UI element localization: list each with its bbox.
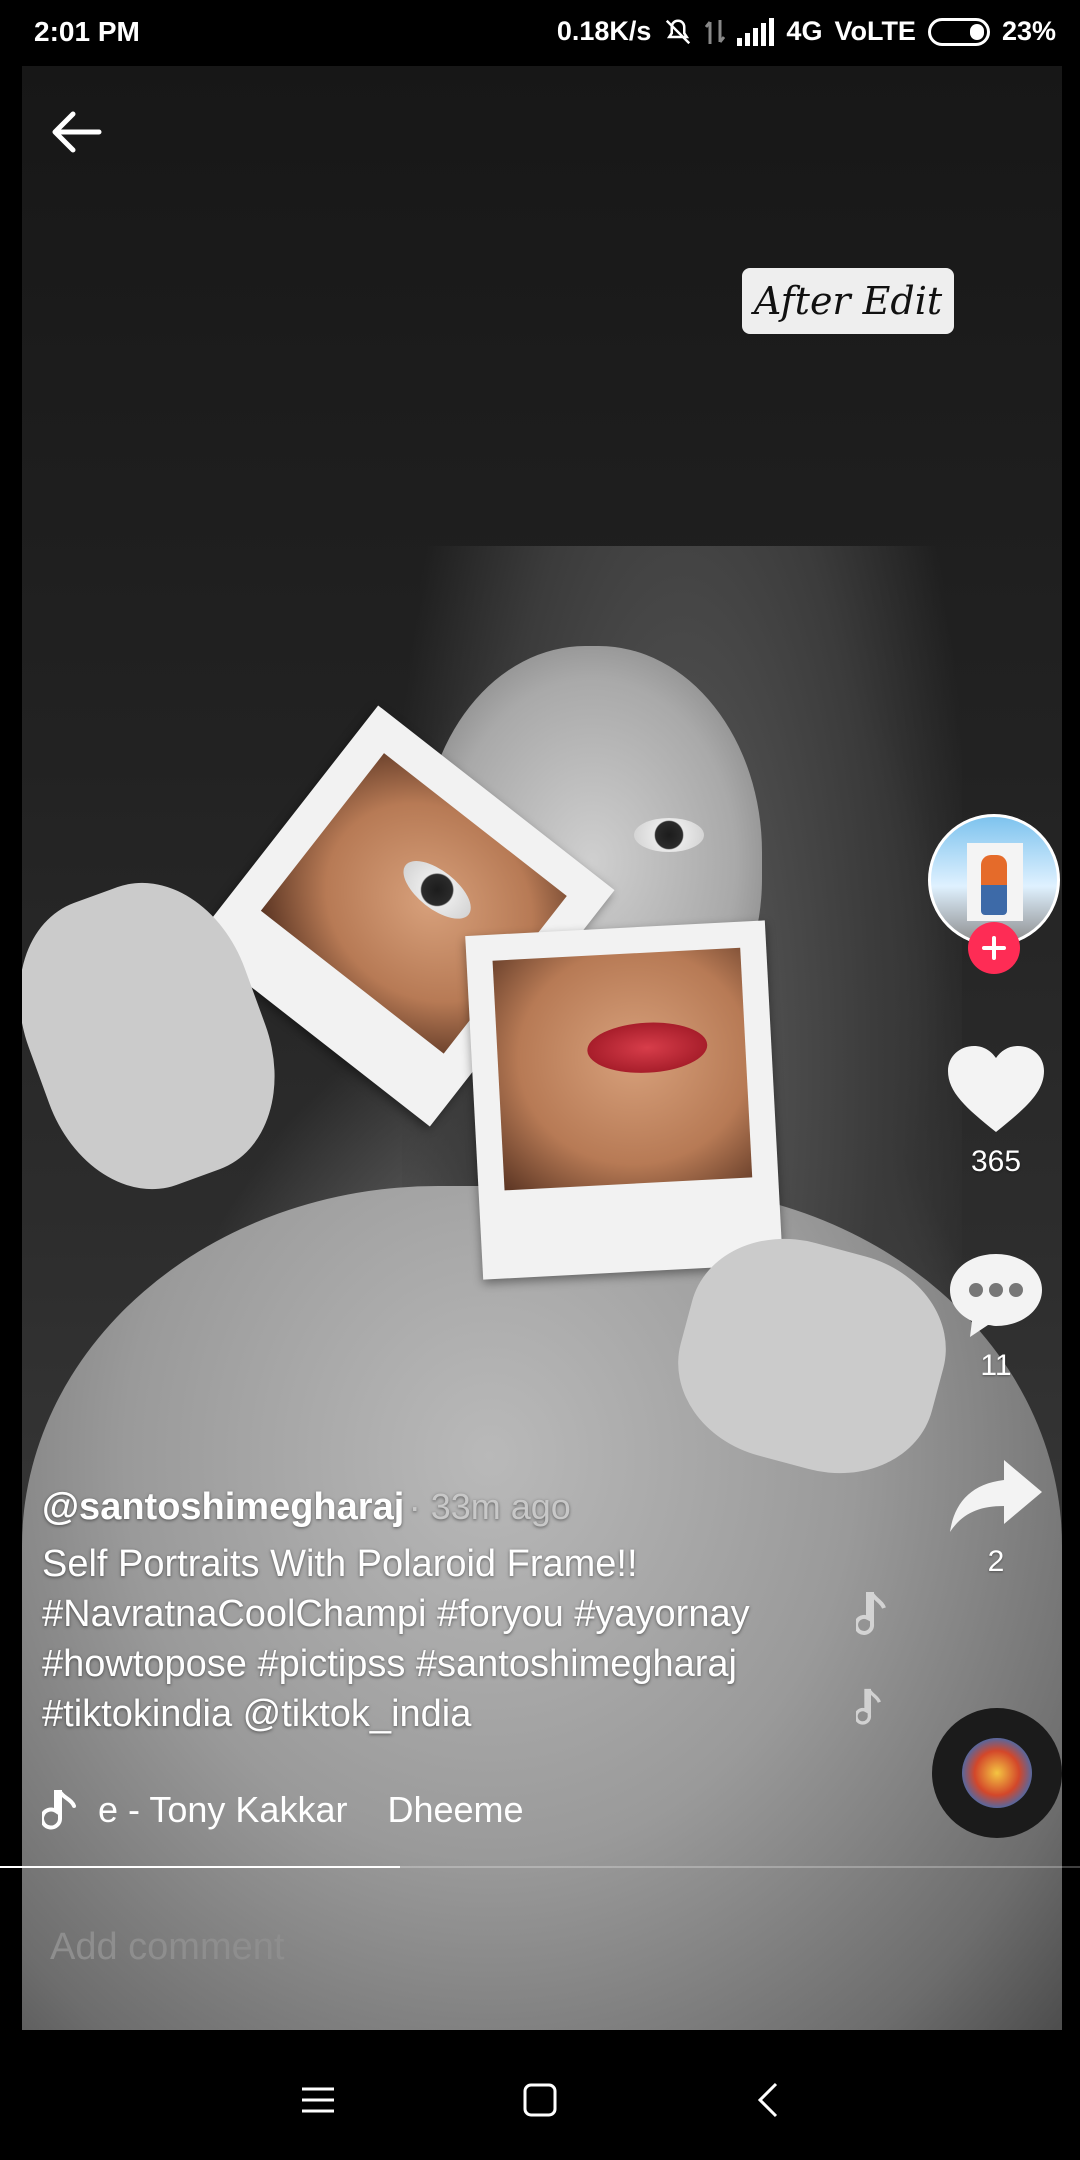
comment-icon [950,1254,1042,1337]
share-count: 2 [987,1545,1005,1578]
comment-button[interactable]: 11 [926,1250,1066,1383]
network-type: 4G [786,16,823,46]
video-eye-right [634,818,704,852]
music-disc-button[interactable] [932,1708,1062,1838]
caption-line-1: Self Portraits With Polaroid Frame!! [42,1543,638,1585]
volte-label: VoLTE [834,16,916,46]
battery-percent: 23% [1001,16,1056,46]
video-caption: @santoshimegharaj · 33m ago Self Portrai… [42,1486,862,1739]
caption-line-2[interactable]: #NavratnaCoolChampi #foryou #yayornay [42,1589,862,1639]
after-edit-label: After Edit [742,268,954,334]
back-button[interactable] [44,100,108,164]
data-arrows-icon [705,19,726,44]
music-title-b: Dheeme [387,1789,524,1830]
like-button[interactable]: 365 [926,1044,1066,1179]
music-title: e - Tony Kakkar Dheeme [98,1789,598,1831]
share-button[interactable]: 2 [926,1458,1066,1579]
polaroid-frame-lips [465,920,783,1280]
battery-icon [927,17,990,46]
chevron-left-icon [757,2082,778,2118]
network-speed: 0.18K/s [556,16,652,46]
music-disc-cover [962,1738,1032,1808]
home-button[interactable] [510,2070,570,2130]
music-note-icon [854,1688,881,1725]
plus-icon [982,936,1006,960]
floating-notes [854,1590,892,1740]
mute-bell-icon [666,18,691,44]
share-icon [950,1460,1042,1532]
system-nav-bar [0,2030,1080,2160]
caption-text: Self Portraits With Polaroid Frame!! #Na… [42,1539,862,1739]
home-square-icon [523,2083,557,2117]
caption-line-3[interactable]: #howtopose #pictipss #santoshimegharaj [42,1639,862,1689]
signal-icon [737,17,775,46]
heart-icon [948,1046,1044,1132]
menu-button[interactable] [288,2070,348,2130]
follow-button[interactable] [968,922,1020,974]
comment-count: 11 [980,1349,1012,1382]
nav-back-button[interactable] [738,2070,798,2130]
music-note-icon [854,1592,886,1635]
status-bar: 2:01 PM 0.18K/s 4G VoLTE 23% [0,0,1080,66]
like-count: 365 [970,1145,1022,1178]
creator-username[interactable]: @santoshimegharaj [42,1486,404,1528]
post-time: · 33m ago [408,1486,571,1527]
add-comment-input[interactable]: Add comment [50,1926,284,1969]
status-time: 2:01 PM [34,16,140,47]
caption-line-4[interactable]: #tiktokindia @tiktok_india [42,1689,862,1739]
music-note-icon [42,1790,76,1830]
menu-icon [302,2087,334,2113]
status-right: 0.18K/s 4G VoLTE 23% [557,16,1056,47]
music-info[interactable]: e - Tony Kakkar Dheeme [42,1785,602,1835]
music-title-a: e - Tony Kakkar [98,1789,348,1830]
back-arrow-icon [52,111,102,153]
